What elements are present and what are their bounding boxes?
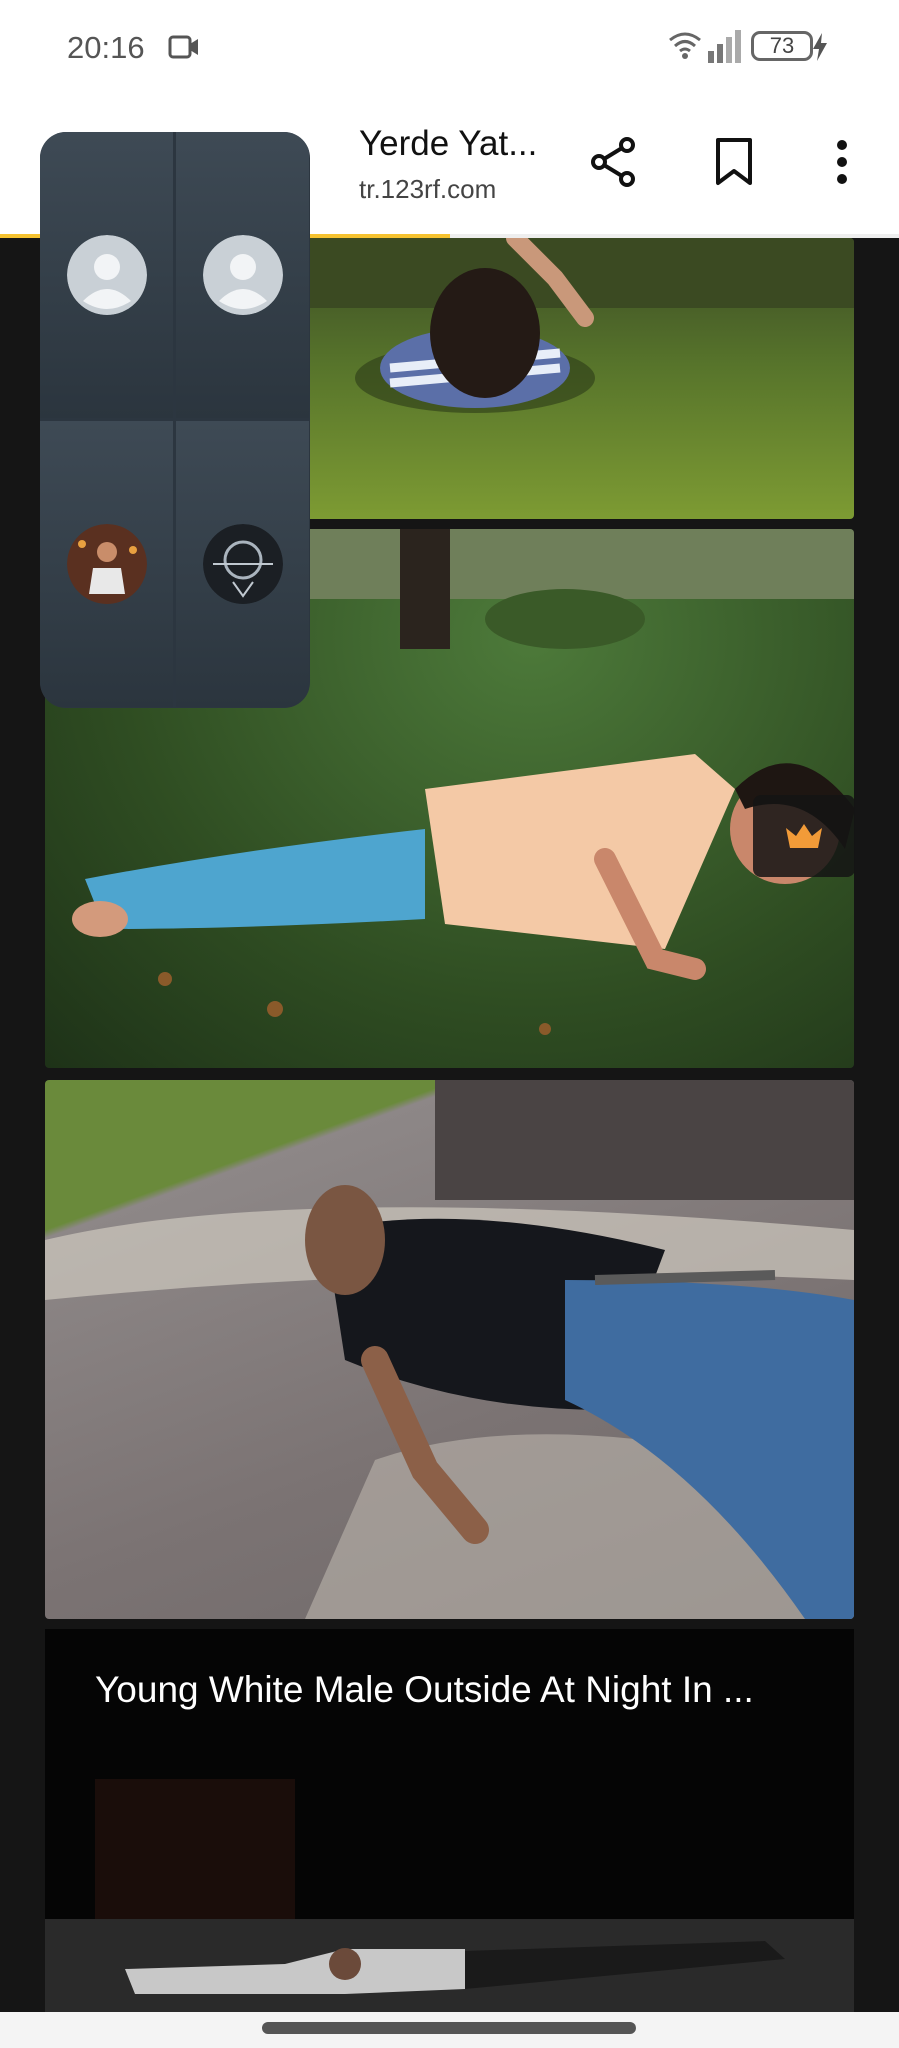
default-avatar-icon — [202, 235, 283, 315]
more-vert-icon — [837, 140, 847, 184]
battery-indicator: 73 — [751, 31, 813, 61]
crown-icon — [786, 824, 822, 848]
result-image[interactable] — [45, 1080, 854, 1619]
bookmark-icon — [716, 138, 752, 185]
clock: 20:16 — [67, 30, 145, 65]
premium-badge[interactable] — [753, 795, 855, 877]
video-call-overlay[interactable] — [40, 132, 310, 708]
profile-photo-avatar — [202, 524, 283, 604]
share-icon — [591, 137, 635, 187]
charging-bolt-icon — [813, 33, 827, 61]
participant-tile[interactable] — [40, 421, 173, 707]
wifi-icon — [669, 32, 701, 59]
result-title[interactable]: Young White Male Outside At Night In ... — [95, 1669, 815, 1711]
share-button[interactable] — [583, 132, 643, 192]
home-gesture-handle[interactable] — [262, 2022, 636, 2034]
participant-tile[interactable] — [176, 421, 309, 707]
participant-tile[interactable] — [40, 132, 173, 418]
default-avatar-icon — [66, 235, 147, 315]
participant-tile[interactable] — [176, 132, 309, 418]
signal-icon — [708, 30, 741, 63]
more-menu-button[interactable] — [812, 132, 872, 192]
page-title[interactable]: Yerde Yat... — [359, 124, 559, 164]
man-on-pavement-illustration — [45, 1080, 854, 1619]
profile-photo-avatar — [66, 524, 147, 604]
result-card[interactable]: Young White Male Outside At Night In ... — [45, 1629, 854, 2012]
status-bar: 20:16 73 — [0, 0, 899, 94]
man-lying-night-illustration — [45, 1779, 854, 2012]
bookmark-button[interactable] — [704, 132, 764, 192]
video-camera-icon — [168, 35, 198, 59]
page-url[interactable]: tr.123rf.com — [359, 174, 496, 205]
